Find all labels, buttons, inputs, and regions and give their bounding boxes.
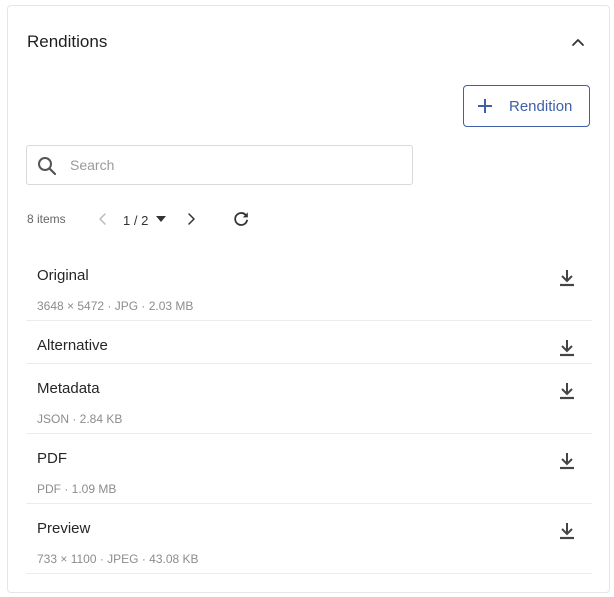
download-icon[interactable] <box>557 268 577 288</box>
add-rendition-button[interactable]: Rendition <box>463 85 590 127</box>
add-rendition-label: Rendition <box>509 97 573 115</box>
list-item[interactable]: Metadata JSON · 2.84 KB <box>26 364 592 434</box>
list-item[interactable]: PDF PDF · 1.09 MB <box>26 434 592 504</box>
renditions-list: Original 3648 × 5472 · JPG · 2.03 MB Alt… <box>26 251 592 574</box>
chevron-right-icon[interactable] <box>184 212 198 226</box>
search-box <box>26 145 413 185</box>
caret-down-icon[interactable] <box>156 216 166 223</box>
rendition-name: Metadata <box>37 380 100 397</box>
plus-icon <box>478 99 492 113</box>
item-count: 8 items <box>27 212 66 226</box>
refresh-icon[interactable] <box>232 210 250 228</box>
rendition-meta: 3648 × 5472 · JPG · 2.03 MB <box>37 299 194 313</box>
list-item[interactable]: Original 3648 × 5472 · JPG · 2.03 MB <box>26 251 592 321</box>
panel-title: Renditions <box>27 32 108 51</box>
list-item[interactable]: Alternative <box>26 321 592 364</box>
download-icon[interactable] <box>557 381 577 401</box>
search-icon <box>38 157 57 176</box>
rendition-meta: JSON · 2.84 KB <box>37 412 123 426</box>
panel-header: Renditions <box>8 6 609 78</box>
rendition-name: Alternative <box>37 337 108 354</box>
rendition-meta: PDF · 1.09 MB <box>37 482 117 496</box>
rendition-meta: 733 × 1100 · JPEG · 43.08 KB <box>37 552 199 566</box>
renditions-panel: Renditions Rendition 8 items 1 / 2 <box>7 5 610 593</box>
download-icon[interactable] <box>557 521 577 541</box>
page-indicator[interactable]: 1 / 2 <box>123 213 148 228</box>
rendition-name: PDF <box>37 450 67 467</box>
pagination: 8 items 1 / 2 <box>8 206 609 234</box>
chevron-up-icon[interactable] <box>570 34 586 50</box>
download-icon[interactable] <box>557 451 577 471</box>
list-item[interactable]: Preview 733 × 1100 · JPEG · 43.08 KB <box>26 504 592 574</box>
rendition-name: Preview <box>37 520 91 537</box>
search-input[interactable] <box>70 154 390 176</box>
download-icon[interactable] <box>557 338 577 358</box>
chevron-left-icon[interactable] <box>96 212 110 226</box>
rendition-name: Original <box>37 267 89 284</box>
